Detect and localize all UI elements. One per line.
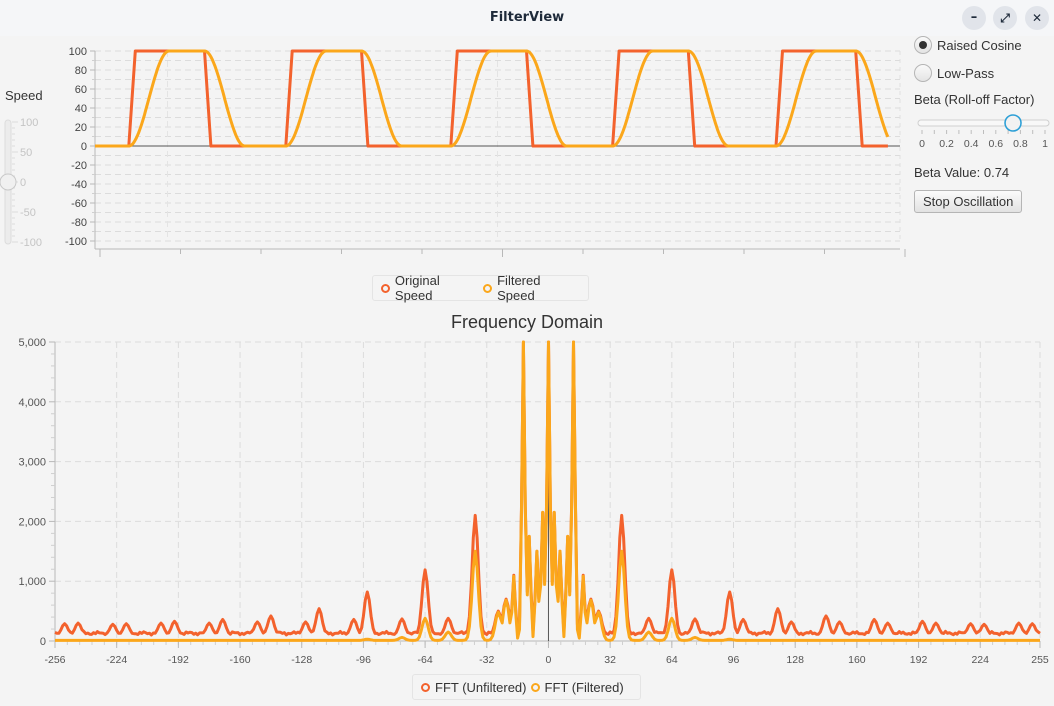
beta-slider-track: [917, 119, 1050, 127]
speed-label: Speed: [5, 88, 43, 103]
time-y-tick-label: -20: [71, 160, 87, 172]
legend-symbol-unfiltered: [421, 682, 430, 692]
radio-indicator-selected[interactable]: [914, 36, 932, 54]
close-icon: ✕: [1031, 11, 1043, 25]
freq-x-tick-label: -256: [44, 654, 65, 666]
freq-legend: FFT (Unfiltered) FFT (Filtered): [412, 674, 641, 700]
speed-slider-tick-label: 0: [20, 177, 26, 189]
legend-symbol-filtered: [483, 283, 493, 293]
freq-y-tick-label: 5,000: [18, 337, 46, 349]
time-y-tick-label: 60: [75, 84, 87, 96]
beta-slider[interactable]: 0 0.2 0.4 0.6 0.8 1: [914, 112, 1054, 152]
freq-y-tick-label: 3,000: [18, 457, 46, 469]
freq-x-tick-label: -96: [356, 654, 371, 666]
freq-x-tick-label: -160: [230, 654, 251, 666]
freq-x-tick-label: 160: [848, 654, 866, 666]
beta-slider-tick-label: 0.8: [1013, 138, 1028, 150]
freq-x-tick-label: -128: [291, 654, 312, 666]
close-button[interactable]: ✕: [1025, 6, 1049, 30]
minimize-button[interactable]: –: [962, 6, 986, 30]
fft-filtered-line: [55, 340, 1040, 642]
main-content: Speed 100 50 0 -50 -100 100 80 60 40 20 0 -20 -40 -6…: [0, 36, 1054, 706]
time-legend: Original Speed Filtered Speed: [372, 273, 589, 303]
speed-slider-tick-label: -100: [20, 237, 42, 249]
window-title: FilterView: [489, 10, 565, 25]
legend-item-original-speed: Original Speed: [379, 273, 479, 303]
speed-slider[interactable]: 100 50 0 -50 -100: [0, 114, 60, 254]
beta-slider-tick-label: 0.2: [939, 138, 954, 150]
legend-item-filtered-speed: Filtered Speed: [481, 273, 580, 303]
maximize-button[interactable]: ⤢: [993, 6, 1017, 30]
speed-slider-tick-label: 100: [20, 117, 38, 129]
radio-indicator[interactable]: [914, 64, 932, 82]
maximize-icon: ⤢: [1000, 11, 1010, 25]
time-y-tick-label: 40: [75, 103, 87, 115]
legend-item-fft-filtered: FFT (Filtered): [529, 680, 624, 695]
beta-value-text: Beta Value: 0.74: [914, 165, 1010, 180]
time-y-tick-label: 20: [75, 122, 87, 134]
frequency-domain-chart: 5,000 4,000 3,000 2,000 1,000 0 -256 -224 -192 -1…: [18, 337, 1049, 666]
time-y-tick-label: 100: [69, 46, 87, 58]
freq-x-tick-label: 96: [728, 654, 740, 666]
beta-label: Beta (Roll-off Factor): [914, 92, 1035, 107]
radio-low-pass[interactable]: Low-Pass: [914, 64, 994, 82]
time-y-tick-label: -40: [71, 179, 87, 191]
freq-x-tick-label: -32: [479, 654, 494, 666]
beta-slider-tick-label: 0.4: [964, 138, 979, 150]
freq-x-tick-label: 192: [910, 654, 928, 666]
time-y-tick-label: -60: [71, 198, 87, 210]
time-domain-chart: 100 80 60 40 20 0 -20 -40 -60 -80 -100: [65, 46, 906, 257]
freq-y-tick-label: 1,000: [18, 576, 46, 588]
freq-y-tick-label: 0: [40, 636, 46, 648]
beta-slider-tick-label: 0: [919, 138, 925, 150]
title-bar: FilterView – ⤢ ✕: [0, 0, 1054, 36]
time-y-tick-label: -80: [71, 217, 87, 229]
legend-item-fft-unfiltered: FFT (Unfiltered): [419, 680, 527, 695]
beta-slider-tick-label: 0.6: [988, 138, 1003, 150]
radio-raised-cosine[interactable]: Raised Cosine: [914, 36, 1022, 54]
freq-x-tick-label: -64: [418, 654, 433, 666]
freq-x-tick-label: 32: [604, 654, 616, 666]
time-y-tick-label: 0: [81, 141, 87, 153]
freq-y-tick-label: 4,000: [18, 397, 46, 409]
frequency-chart-title: Frequency Domain: [450, 312, 604, 332]
freq-x-tick-label: 224: [971, 654, 989, 666]
legend-symbol-filtered-fft: [530, 682, 540, 692]
beta-slider-tick-label: 1: [1042, 138, 1048, 150]
legend-symbol-original: [381, 283, 390, 293]
speed-slider-tick-label: -50: [20, 207, 36, 219]
freq-x-tick-label: 255: [1031, 654, 1049, 666]
speed-slider-thumb[interactable]: [0, 173, 17, 191]
time-y-tick-label: 80: [75, 65, 87, 77]
freq-x-tick-label: -224: [106, 654, 127, 666]
stop-oscillation-button[interactable]: Stop Oscillation: [914, 190, 1023, 213]
minimize-icon: –: [970, 10, 978, 25]
speed-slider-tick-label: 50: [20, 147, 32, 159]
freq-x-tick-label: -192: [168, 654, 189, 666]
freq-x-tick-label: 128: [786, 654, 804, 666]
freq-x-tick-label: 0: [546, 654, 552, 666]
beta-slider-thumb[interactable]: [1004, 114, 1022, 132]
freq-x-tick-label: 64: [666, 654, 678, 666]
freq-y-tick-label: 2,000: [18, 516, 46, 528]
time-y-tick-label: -100: [65, 236, 87, 248]
